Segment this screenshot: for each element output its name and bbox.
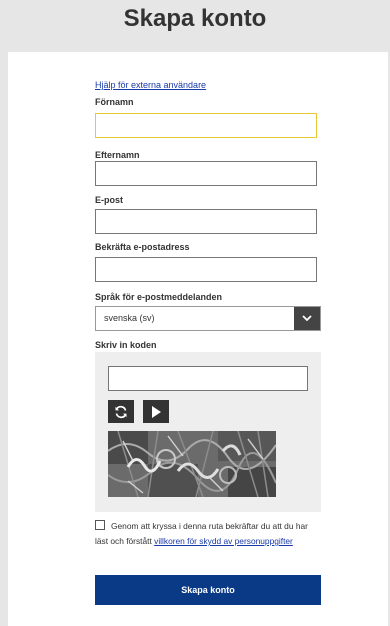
last-name-field[interactable] — [95, 161, 317, 186]
refresh-captcha-button[interactable] — [108, 400, 134, 423]
language-select[interactable]: svenska (sv) — [95, 306, 321, 331]
language-select-value: svenska (sv) — [104, 313, 155, 323]
last-name-label: Efternamn — [95, 150, 140, 160]
chevron-down-icon — [294, 307, 320, 330]
captcha-panel — [95, 352, 321, 512]
captcha-image — [108, 431, 276, 497]
audio-captcha-button[interactable] — [143, 400, 169, 423]
page-title: Skapa konto — [123, 5, 267, 32]
play-icon — [152, 405, 161, 418]
captcha-label: Skriv in koden — [95, 340, 157, 350]
email-confirm-label: Bekräfta e-postadress — [95, 242, 190, 252]
captcha-input[interactable] — [108, 366, 308, 391]
email-field[interactable] — [95, 209, 317, 234]
help-link[interactable]: Hjälp för externa användare — [95, 80, 206, 90]
language-label: Språk för e-postmeddelanden — [95, 292, 223, 302]
first-name-label: Förnamn — [95, 97, 134, 107]
consent-block: Genom att kryssa i denna ruta bekräftar … — [95, 519, 323, 549]
email-label: E-post — [95, 195, 123, 205]
email-confirm-field[interactable] — [95, 257, 317, 282]
first-name-field[interactable] — [95, 113, 317, 138]
create-account-button[interactable]: Skapa konto — [95, 575, 321, 605]
consent-checkbox[interactable] — [95, 520, 105, 530]
refresh-icon — [115, 405, 127, 418]
privacy-terms-link[interactable]: villkoren för skydd av personuppgifter — [154, 536, 293, 546]
